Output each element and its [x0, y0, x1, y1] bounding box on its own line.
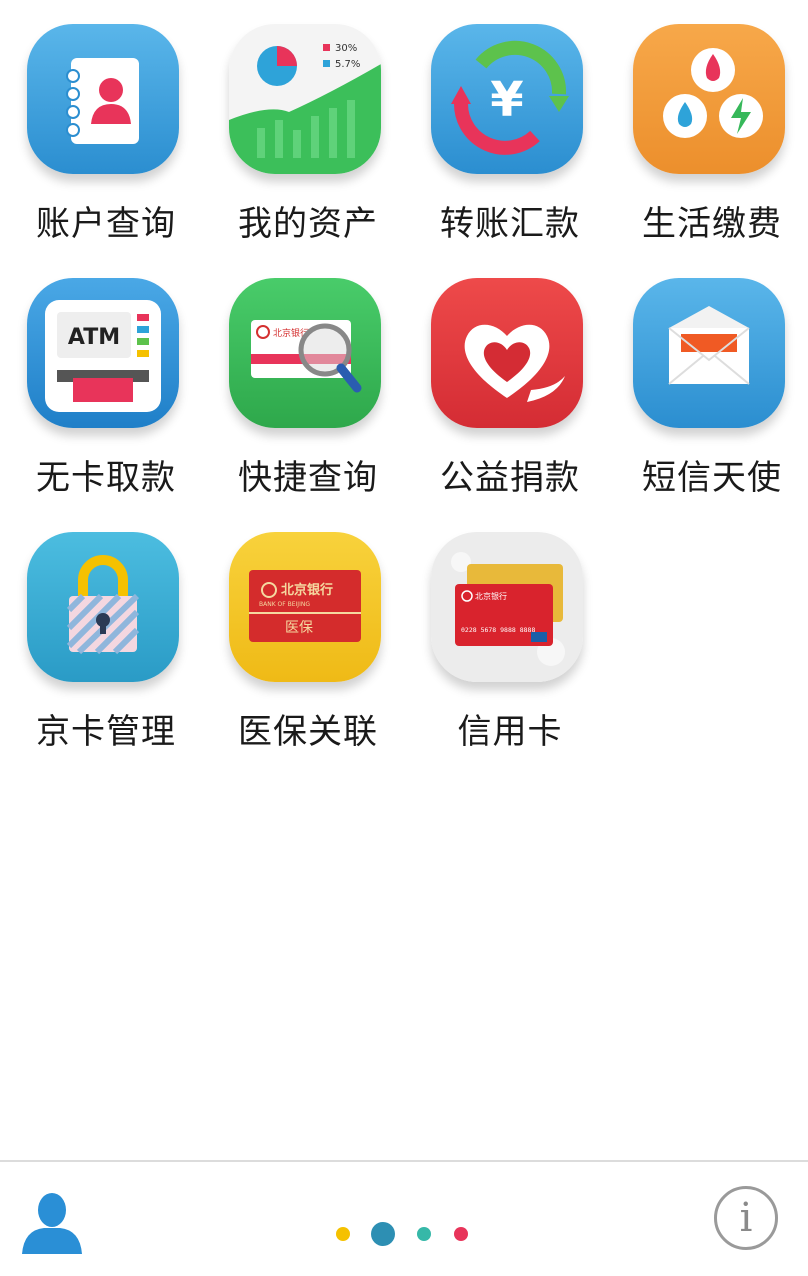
tile-credit-card[interactable]: 北京银行 0228 5678 9888 8888 信用卡 [404, 508, 606, 762]
page-dot-3[interactable] [417, 1227, 431, 1241]
tile-label: 生活缴费 [642, 204, 782, 244]
page-dot-1[interactable] [336, 1227, 350, 1241]
tile-label: 医保关联 [238, 712, 378, 752]
tile-medical-insurance[interactable]: 北京银行 BANK OF BEIJING 医保 医保关联 [202, 508, 404, 762]
card-magnifier-icon: 北京银行 [229, 278, 381, 428]
tile-card-management[interactable]: 京卡管理 [0, 508, 202, 762]
svg-text:5.7%: 5.7% [335, 59, 360, 70]
heart-icon [431, 278, 583, 428]
contact-book-icon [27, 24, 179, 174]
tile-label: 无卡取款 [36, 458, 176, 498]
tile-label: 短信天使 [642, 458, 782, 498]
asset-chart-icon: 30% 5.7% [229, 24, 381, 174]
tile-account-query[interactable]: 账户查询 [0, 0, 202, 254]
medical-card-icon: 北京银行 BANK OF BEIJING 医保 [229, 532, 381, 682]
svg-text:ATM: ATM [68, 325, 120, 350]
svg-text:30%: 30% [335, 43, 357, 54]
tile-cardless-withdraw[interactable]: ATM 无卡取款 [0, 254, 202, 508]
credit-card-icon: 北京银行 0228 5678 9888 8888 [431, 532, 583, 682]
tile-my-assets[interactable]: 30% 5.7% 我的资产 [202, 0, 404, 254]
tile-sms-angel[interactable]: 短信天使 [606, 254, 808, 508]
tile-charity[interactable]: 公益捐款 [404, 254, 606, 508]
tile-transfer[interactable]: ¥ 转账汇款 [404, 0, 606, 254]
padlock-icon [27, 532, 179, 682]
person-icon[interactable] [18, 1190, 86, 1254]
atm-icon: ATM [27, 278, 179, 428]
svg-text:0228 5678 9888 8888: 0228 5678 9888 8888 [461, 626, 535, 634]
tile-label: 快捷查询 [238, 458, 378, 498]
page-dot-2-active[interactable] [371, 1222, 395, 1246]
tile-label: 转账汇款 [440, 204, 580, 244]
envelope-icon [633, 278, 785, 428]
svg-text:BANK OF BEIJING: BANK OF BEIJING [259, 601, 310, 608]
tile-label: 京卡管理 [36, 712, 176, 752]
tile-label: 信用卡 [457, 712, 563, 752]
yen-transfer-icon: ¥ [431, 24, 583, 174]
tile-label: 我的资产 [238, 204, 378, 244]
info-icon[interactable]: i [714, 1186, 778, 1250]
utilities-icon [633, 24, 785, 174]
svg-text:医保: 医保 [285, 620, 313, 636]
svg-text:北京银行: 北京银行 [475, 591, 507, 601]
page-indicator [336, 1218, 476, 1248]
page-dot-4[interactable] [454, 1227, 468, 1241]
tile-label: 公益捐款 [440, 458, 580, 498]
bottom-bar: i [0, 1160, 808, 1276]
tile-quick-query[interactable]: 北京银行 快捷查询 [202, 254, 404, 508]
tile-label: 账户查询 [36, 204, 176, 244]
tile-utilities[interactable]: 生活缴费 [606, 0, 808, 254]
svg-text:北京银行: 北京银行 [281, 582, 333, 598]
svg-text:¥: ¥ [490, 72, 523, 128]
